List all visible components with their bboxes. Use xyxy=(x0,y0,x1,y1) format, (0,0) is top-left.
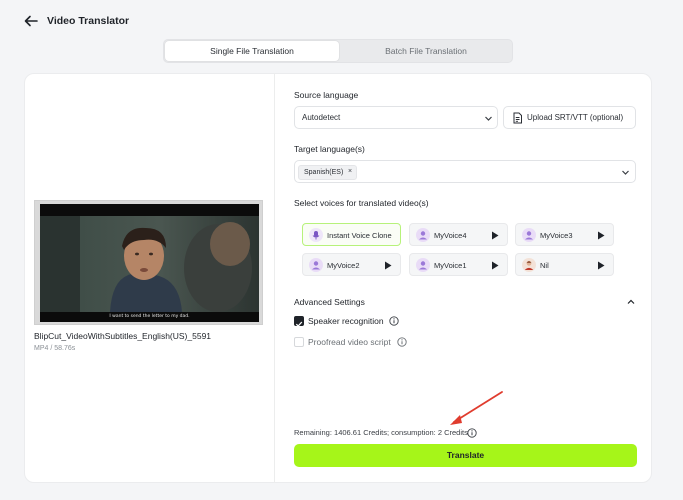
play-icon[interactable] xyxy=(384,261,392,270)
upload-subtitle-button[interactable]: Upload SRT/VTT (optional) xyxy=(503,106,636,129)
voice-name: Nil xyxy=(540,261,549,270)
checkmark-icon xyxy=(295,321,303,327)
upload-label: Upload SRT/VTT (optional) xyxy=(527,113,624,122)
voice-option-myvoice3[interactable]: MyVoice3 xyxy=(515,223,614,246)
tag-label: Spanish(ES) xyxy=(304,169,344,176)
voice-avatar-icon xyxy=(416,258,430,272)
source-language-value: Autodetect xyxy=(302,113,341,122)
video-preview[interactable]: I want to send the letter to my dad. xyxy=(34,200,263,325)
target-language-label: Target language(s) xyxy=(294,144,365,154)
speaker-recognition-checkbox[interactable] xyxy=(294,316,304,327)
proofread-script-label: Proofread video script xyxy=(308,337,391,347)
chevron-down-icon xyxy=(485,116,492,121)
voice-option-instant-clone[interactable]: Instant Voice Clone xyxy=(302,223,401,246)
page-title: Video Translator xyxy=(47,15,130,27)
voice-avatar-icon xyxy=(309,258,323,272)
person-avatar-icon xyxy=(522,258,536,272)
voices-label: Select voices for translated video(s) xyxy=(294,198,429,208)
header: Video Translator xyxy=(0,0,683,44)
play-icon[interactable] xyxy=(491,261,499,270)
voice-avatar-icon xyxy=(416,228,430,242)
voice-name: MyVoice2 xyxy=(327,261,360,270)
proofread-script-checkbox[interactable] xyxy=(294,337,304,347)
panel-divider xyxy=(274,73,275,483)
language-tag-spanish: Spanish(ES) × xyxy=(298,165,357,180)
info-icon[interactable] xyxy=(389,316,399,326)
info-icon[interactable] xyxy=(467,428,477,438)
info-icon[interactable] xyxy=(397,337,407,347)
document-icon xyxy=(513,112,522,124)
file-name: BlipCut_VideoWithSubtitles_English(US)_5… xyxy=(34,331,212,341)
voice-option-myvoice4[interactable]: MyVoice4 xyxy=(409,223,508,246)
voice-name: MyVoice3 xyxy=(540,231,573,240)
voice-option-nil[interactable]: Nil xyxy=(515,253,614,276)
voice-option-myvoice1[interactable]: MyVoice1 xyxy=(409,253,508,276)
translate-button[interactable]: Translate xyxy=(294,444,637,467)
play-icon[interactable] xyxy=(597,231,605,240)
mode-tabs: Single File Translation Batch File Trans… xyxy=(163,39,513,63)
translate-label: Translate xyxy=(446,450,485,460)
voice-name: Instant Voice Clone xyxy=(327,231,392,240)
speaker-recognition-label: Speaker recognition xyxy=(308,316,384,326)
tab-batch-file[interactable]: Batch File Translation xyxy=(339,41,513,61)
source-language-label: Source language xyxy=(294,90,359,100)
tab-single-file[interactable]: Single File Translation xyxy=(165,41,339,61)
mic-icon xyxy=(309,228,323,242)
chevron-up-icon[interactable] xyxy=(626,297,636,307)
play-icon[interactable] xyxy=(491,231,499,240)
close-icon[interactable]: × xyxy=(348,168,352,175)
advanced-settings-title: Advanced Settings xyxy=(294,297,365,307)
source-language-select[interactable]: Autodetect xyxy=(294,106,498,129)
play-icon[interactable] xyxy=(597,261,605,270)
back-arrow-icon[interactable] xyxy=(22,12,40,30)
voice-avatar-icon xyxy=(522,228,536,242)
voice-name: MyVoice1 xyxy=(434,261,467,270)
voice-name: MyVoice4 xyxy=(434,231,467,240)
chevron-down-icon xyxy=(622,170,629,175)
video-player[interactable]: I want to send the letter to my dad. xyxy=(40,204,259,322)
video-subtitle: I want to send the letter to my dad. xyxy=(109,314,190,319)
credits-info: Remaining: 1406.61 Credits; consumption:… xyxy=(294,428,468,437)
video-frame-image xyxy=(40,216,259,312)
voice-option-myvoice2[interactable]: MyVoice2 xyxy=(302,253,401,276)
file-meta: MP4 / 58.76s xyxy=(34,345,76,352)
